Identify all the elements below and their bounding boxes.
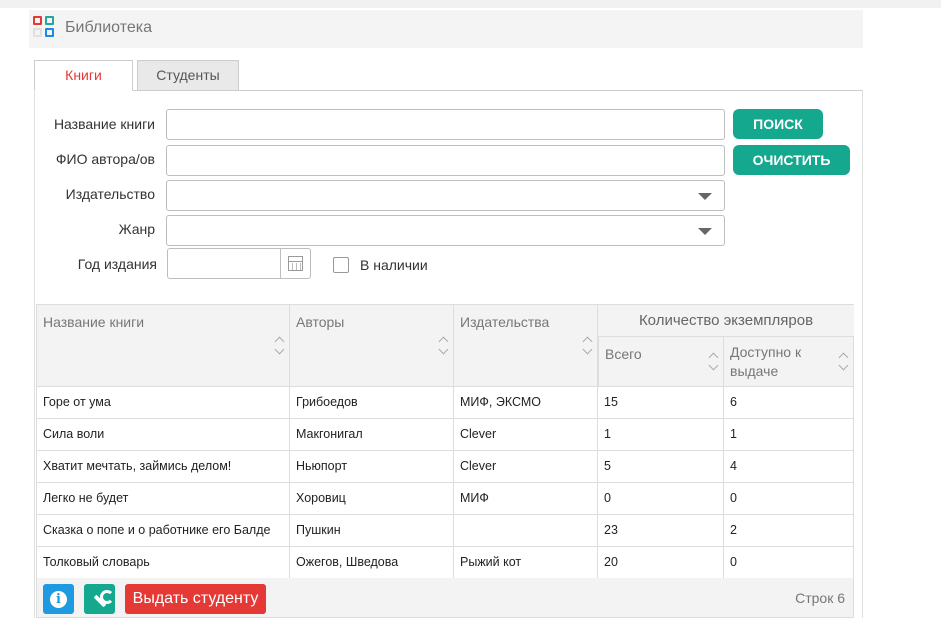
table-row[interactable]: Сила воли Макгонигал Clever 1 1 [37,419,853,451]
table-row[interactable]: Горе от ума Грибоедов МИФ, ЭКСМО 15 6 [37,387,853,419]
sort-icon [709,351,719,373]
column-header-available[interactable]: Доступно к выдаче [724,337,853,387]
row-count: Строк 6 [795,590,845,606]
clear-button[interactable]: ОЧИСТИТЬ [733,145,850,175]
genre-filter-label: Жанр [118,221,155,237]
search-button[interactable]: ПОИСК [733,109,823,139]
table-footer: i Выдать студенту Строк 6 [36,578,854,618]
top-strip [0,0,941,8]
table-row[interactable]: Сказка о попе и о работнике его Балде Пу… [37,515,853,547]
year-filter-label: Год издания [77,256,157,272]
column-header-total[interactable]: Всего [598,337,724,387]
table-row[interactable]: Легко не будет Хоровиц МИФ 0 0 [37,483,853,515]
table-row[interactable]: Толковый словарь Ожегов, Шведова Рыжий к… [37,547,853,579]
sort-icon [839,351,849,373]
genre-select[interactable] [166,215,725,246]
author-filter-label: ФИО автора/ов [55,151,155,167]
sort-icon [583,335,593,357]
sort-icon [439,335,449,357]
info-button[interactable]: i [43,584,74,614]
wrench-icon [91,590,114,608]
column-group-copies: Количество экземпляров [598,305,854,337]
author-filter-input[interactable] [166,145,725,176]
publisher-filter-label: Издательство [65,186,155,202]
column-header-authors[interactable]: Авторы [290,305,454,387]
year-input[interactable] [167,248,311,279]
publisher-select[interactable] [166,180,725,211]
calendar-button[interactable] [280,249,310,278]
sort-icon [275,335,285,357]
title-filter-input[interactable] [166,109,725,140]
tools-button[interactable] [84,584,115,614]
app-logo-icon [33,16,55,38]
app-header: Библиотека [29,10,863,48]
books-table: Название книги Авторы Издательства Колич… [36,304,854,579]
title-filter-label: Название книги [53,116,155,132]
info-icon: i [50,590,67,608]
issue-to-student-button[interactable]: Выдать студенту [125,584,266,614]
available-checkbox-label: В наличии [360,257,428,273]
available-checkbox[interactable] [333,257,349,273]
table-row[interactable]: Хватит мечтать, займись делом! Ньюпорт C… [37,451,853,483]
column-header-publishers[interactable]: Издательства [454,305,598,387]
calendar-icon [288,256,303,271]
app-title: Библиотека [65,19,152,36]
tab-books[interactable]: Книги [34,60,133,91]
tab-students[interactable]: Студенты [137,60,239,91]
column-header-title[interactable]: Название книги [37,305,290,387]
